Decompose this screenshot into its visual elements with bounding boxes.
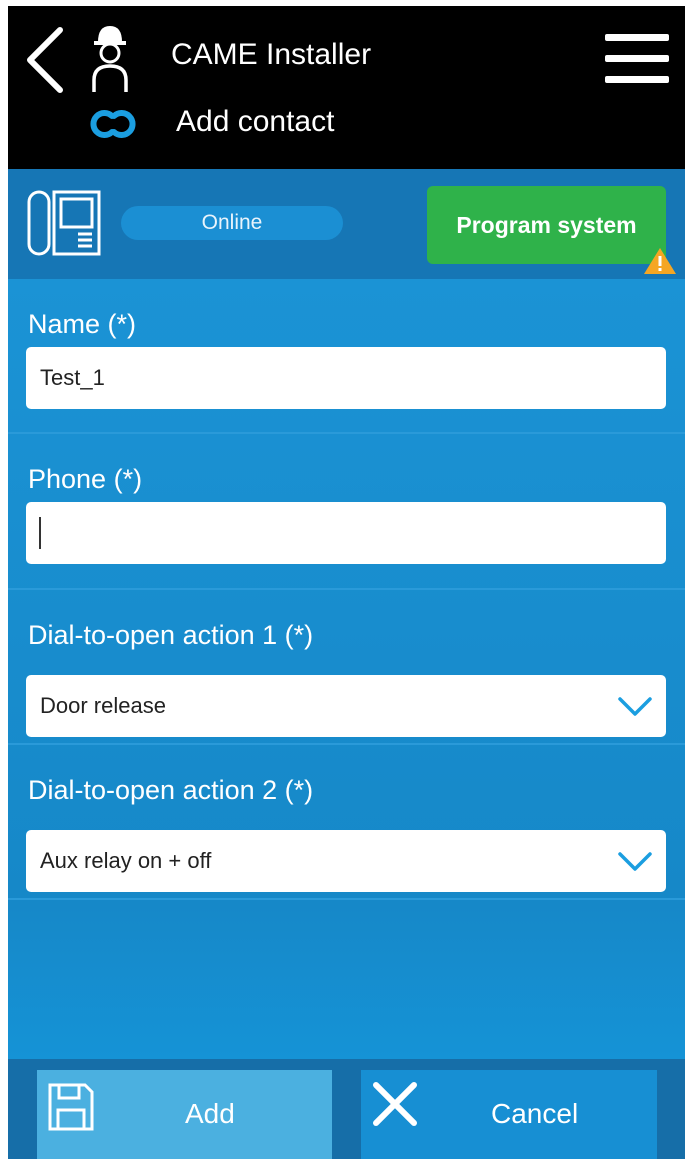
action2-value: Aux relay on + off bbox=[40, 848, 212, 873]
phone-label: Phone (*) bbox=[28, 464, 143, 494]
link-icon bbox=[90, 110, 136, 138]
chevron-down-icon bbox=[618, 852, 652, 871]
action1-label: Dial-to-open action 1 (*) bbox=[28, 620, 314, 650]
chevron-down-icon bbox=[618, 697, 652, 716]
name-input[interactable]: Test_1 bbox=[26, 347, 666, 409]
installer-person-icon bbox=[92, 26, 128, 92]
top-bar: CAME Installer Add contact bbox=[8, 6, 685, 169]
connection-status-badge: Online bbox=[121, 206, 343, 240]
divider bbox=[8, 743, 685, 745]
cancel-button-label: Cancel bbox=[491, 1098, 579, 1129]
program-system-button[interactable]: Program system bbox=[427, 186, 666, 264]
add-button-label: Add bbox=[185, 1098, 235, 1129]
action2-select[interactable]: Aux relay on + off bbox=[26, 830, 666, 892]
warning-icon bbox=[644, 248, 676, 274]
divider bbox=[8, 432, 685, 434]
page-title: Add contact bbox=[176, 105, 335, 138]
intercom-device-icon bbox=[27, 190, 101, 256]
action1-select[interactable]: Door release bbox=[26, 675, 666, 737]
status-bar: Online Program system bbox=[8, 169, 685, 279]
app-title: CAME Installer bbox=[171, 38, 372, 71]
phone-input[interactable] bbox=[26, 502, 666, 564]
name-value: Test_1 bbox=[40, 365, 105, 390]
action1-value: Door release bbox=[40, 693, 166, 718]
save-icon bbox=[48, 1083, 94, 1131]
action2-label: Dial-to-open action 2 (*) bbox=[28, 775, 314, 805]
bottom-action-bar: Add Cancel bbox=[8, 1059, 685, 1159]
text-cursor bbox=[39, 517, 41, 549]
contact-form: Name (*) Test_1 Phone (*) Dial-to-open a… bbox=[8, 279, 685, 1059]
divider bbox=[8, 588, 685, 590]
add-button[interactable]: Add bbox=[37, 1070, 332, 1159]
app-frame: CAME Installer Add contact Online Progra… bbox=[8, 6, 685, 1159]
hamburger-menu-icon[interactable] bbox=[605, 34, 669, 84]
cancel-button[interactable]: Cancel bbox=[361, 1070, 657, 1159]
close-icon bbox=[373, 1082, 417, 1126]
divider bbox=[8, 898, 685, 900]
name-label: Name (*) bbox=[28, 309, 137, 339]
back-arrow-icon[interactable] bbox=[22, 24, 66, 96]
